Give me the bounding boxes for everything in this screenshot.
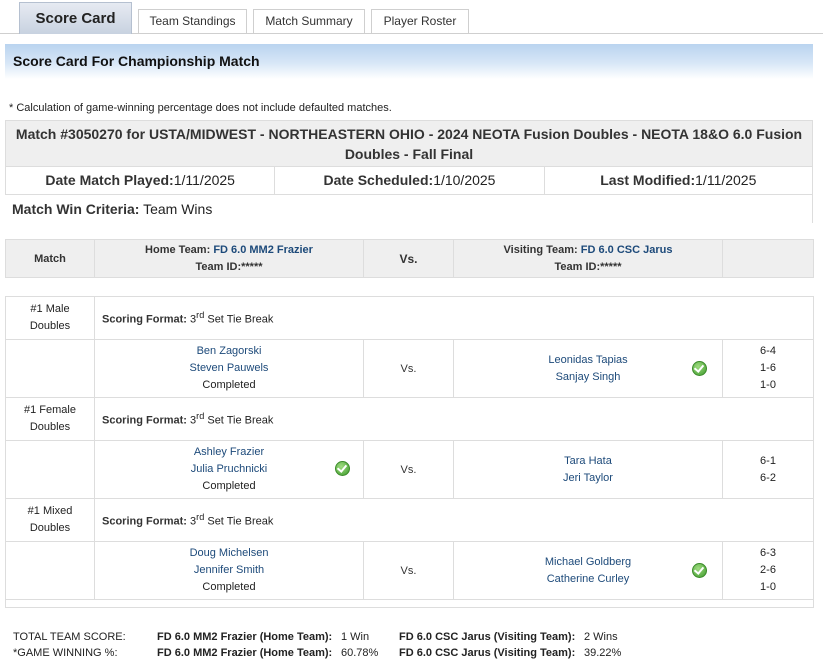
set-scores: 6-3 2-6 1-0: [721, 541, 815, 600]
home-pct: 60.78%: [341, 647, 379, 659]
home-team-label: FD 6.0 MM2 Frazier (Home Team):: [157, 647, 333, 659]
col-match: Match: [5, 239, 95, 278]
tab-player-roster[interactable]: Player Roster: [371, 9, 469, 33]
vs-label: Vs.: [363, 541, 454, 600]
tab-match-summary[interactable]: Match Summary: [253, 9, 365, 33]
check-circle-icon: [692, 563, 707, 578]
date-played: Date Match Played:1/11/2025: [6, 167, 276, 194]
visiting-players: Tara Hata Jeri Taylor: [453, 440, 723, 499]
player-link[interactable]: Jeri Taylor: [454, 470, 722, 487]
player-link[interactable]: Steven Pauwels: [95, 360, 363, 377]
home-players: Ben Zagorski Steven Pauwels Completed: [94, 339, 364, 398]
date-scheduled: Date Scheduled:1/10/2025: [275, 167, 545, 194]
match-status: Completed: [202, 379, 256, 391]
home-team-label: FD 6.0 MM2 Frazier (Home Team):: [157, 631, 333, 643]
scoring-format: Scoring Format: 3rd Set Tie Break: [93, 498, 815, 542]
vs-label: Vs.: [363, 339, 454, 398]
player-link[interactable]: Julia Pruchnicki: [95, 461, 363, 478]
vs-label: Vs.: [363, 440, 454, 499]
tab-score-card[interactable]: Score Card: [19, 2, 132, 34]
page-title: Score Card For Championship Match: [13, 53, 260, 69]
home-players: Ashley Frazier Julia Pruchnicki Complete…: [94, 440, 364, 499]
visiting-score: 2 Wins: [584, 631, 618, 643]
total-label: TOTAL TEAM SCORE:: [13, 631, 126, 643]
col-visiting-team: Visiting Team: FD 6.0 CSC Jarus Team ID:…: [453, 239, 723, 278]
player-link[interactable]: Tara Hata: [454, 453, 722, 470]
match-status: Completed: [202, 480, 256, 492]
match-label: #1 Female Doubles: [5, 397, 95, 441]
visiting-pct: 39.22%: [584, 647, 622, 659]
player-link[interactable]: Leonidas Tapias: [454, 352, 722, 369]
match-1: #1 Male Doubles Scoring Format: 3rd Set T…: [5, 296, 815, 398]
home-players: Doug Michelsen Jennifer Smith Completed: [94, 541, 364, 600]
player-link[interactable]: Jennifer Smith: [95, 562, 363, 579]
match-title: Match #3050270 for USTA/MIDWEST - NORTHE…: [5, 120, 813, 167]
match-2: #1 Female Doubles Scoring Format: 3rd Set…: [5, 397, 815, 499]
col-home-team: Home Team: FD 6.0 MM2 Frazier Team ID:**…: [94, 239, 364, 278]
visiting-players: Michael Goldberg Catherine Curley: [453, 541, 723, 600]
col-score: [722, 239, 814, 278]
player-link[interactable]: Sanjay Singh: [454, 369, 722, 386]
scoring-format: Scoring Format: 3rd Set Tie Break: [93, 296, 815, 340]
visiting-players: Leonidas Tapias Sanjay Singh: [453, 339, 723, 398]
matches-table: #1 Male Doubles Scoring Format: 3rd Set T…: [4, 296, 815, 608]
match-label: #1 Mixed Doubles: [5, 498, 95, 542]
footnote: * Calculation of game-winning percentage…: [9, 102, 392, 114]
check-circle-icon: [692, 361, 707, 376]
date-modified: Last Modified:1/11/2025: [600, 172, 757, 188]
tab-team-standings[interactable]: Team Standings: [138, 9, 247, 33]
visiting-team-link[interactable]: FD 6.0 CSC Jarus: [581, 244, 673, 256]
scoring-format: Scoring Format: 3rd Set Tie Break: [93, 397, 815, 441]
match-3: #1 Mixed Doubles Scoring Format: 3rd Set …: [4, 498, 815, 608]
set-scores: 6-4 1-6 1-0: [721, 339, 815, 398]
visiting-team-label: FD 6.0 CSC Jarus (Visiting Team):: [399, 631, 576, 643]
player-link[interactable]: Doug Michelsen: [95, 545, 363, 562]
col-vs: Vs.: [363, 239, 454, 278]
match-label: #1 Male Doubles: [5, 296, 95, 340]
player-link[interactable]: Ben Zagorski: [95, 343, 363, 360]
home-team-link[interactable]: FD 6.0 MM2 Frazier: [213, 244, 313, 256]
match-win-criteria: Match Win Criteria: Team Wins: [5, 195, 813, 223]
tab-bar: Score Card Team Standings Match Summary …: [0, 0, 823, 34]
visiting-team-label: FD 6.0 CSC Jarus (Visiting Team):: [399, 647, 576, 659]
check-circle-icon: [335, 461, 350, 476]
player-link[interactable]: Catherine Curley: [454, 571, 722, 588]
player-link[interactable]: Michael Goldberg: [454, 554, 722, 571]
home-score: 1 Win: [341, 631, 370, 643]
score-header: Match Home Team: FD 6.0 MM2 Frazier Team…: [5, 239, 814, 278]
page-banner: Score Card For Championship Match: [5, 44, 813, 79]
set-scores: 6-1 6-2: [721, 440, 815, 499]
player-link[interactable]: Ashley Frazier: [95, 444, 363, 461]
dates-row: Date Match Played:1/11/2025 Date Schedul…: [5, 167, 813, 195]
pct-label: *GAME WINNING %:: [13, 647, 118, 659]
match-status: Completed: [202, 581, 256, 593]
